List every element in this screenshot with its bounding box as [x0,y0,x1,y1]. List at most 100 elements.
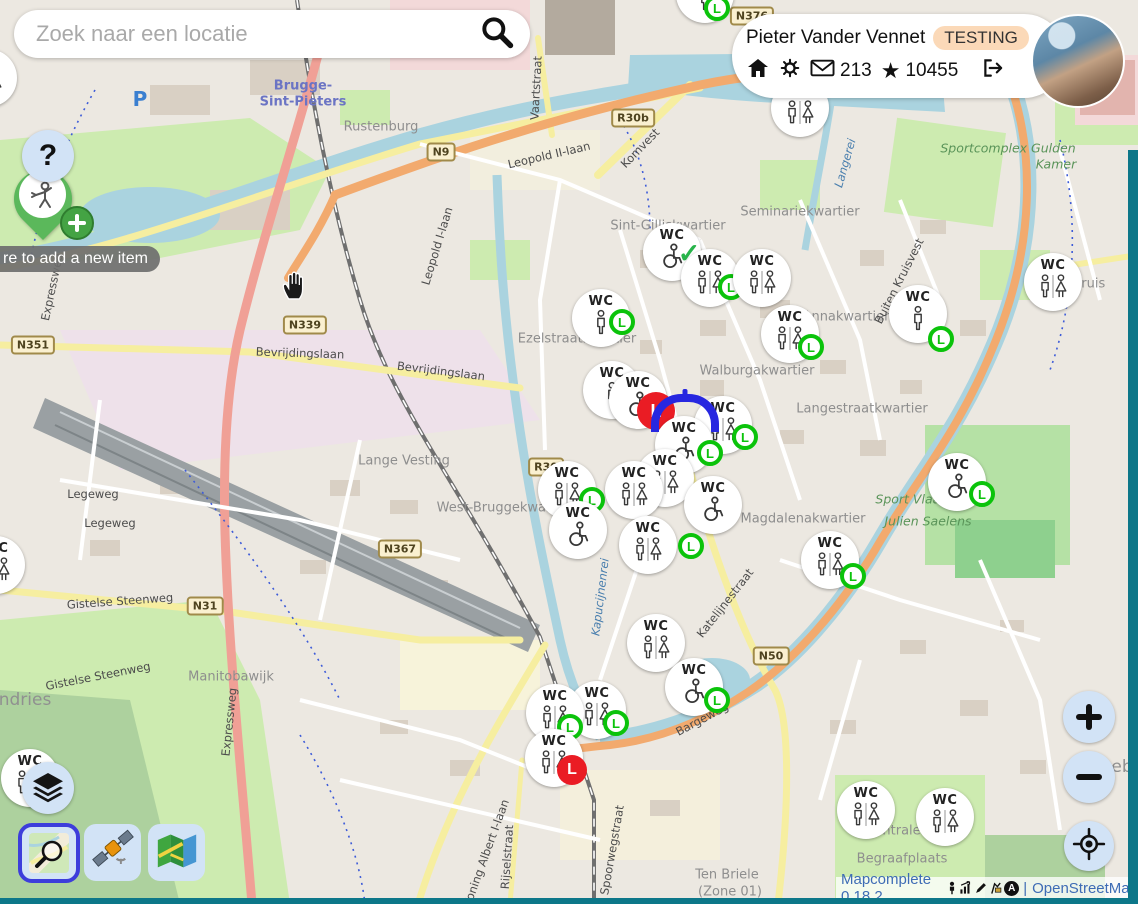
add-new-item-button[interactable] [60,206,94,240]
toilet-marker[interactable]: WC [837,781,895,839]
changeset-count: 10455 [905,60,958,82]
toilet-marker-label: WC [0,542,8,555]
layers-button[interactable] [22,762,74,814]
help-button[interactable]: ? [22,130,74,182]
map-label: Seminariekwartier [740,205,859,220]
open-hours-badge: L [732,424,758,450]
background-map-button[interactable] [148,824,205,881]
toilet-marker-label: WC [698,255,723,268]
home-icon[interactable] [746,57,770,85]
map-flag-icon [989,881,1003,895]
male-female-icon [785,98,815,131]
minus-icon [1076,764,1102,790]
map-label: Spoorwegstraat [597,804,627,896]
message-count: 213 [840,60,872,82]
toilet-marker[interactable]: WC [1024,253,1082,311]
openstreetmap-link[interactable]: OpenStreetMap [1032,880,1138,897]
toilet-marker[interactable]: WC [549,501,607,559]
crosshair-icon [1072,827,1106,866]
user-panel: Pieter Vander Vennet TESTING [732,14,1066,98]
toilet-marker[interactable]: WC [619,516,677,574]
map-label: Legeweg [84,516,135,530]
toilet-marker[interactable]: WCL [681,249,739,307]
toilet-marker[interactable]: WC [916,788,974,846]
toilet-marker[interactable]: WCL [928,453,986,511]
map-label: Katelijnestraat [694,566,757,641]
background-osm-button[interactable] [18,823,80,883]
copyright-icon: A [1004,881,1019,896]
map-label: ndries [0,690,51,710]
open-hours-badge: L [609,309,635,335]
map-label: Begraafplaats [857,852,948,867]
map-label: Walburgakwartier [700,364,815,379]
male-female-icon [930,807,960,840]
toilet-marker-label: WC [818,537,843,550]
male-female-icon [851,800,881,833]
zoom-out-button[interactable] [1063,751,1115,803]
search-input[interactable] [34,20,478,48]
map-label: Rijselstraat [498,824,516,889]
map-label: Manitobawijk [188,670,274,685]
toilet-marker-label: WC [543,690,568,703]
road-shield: N367 [378,540,422,559]
toilet-marker-label: WC [555,467,580,480]
map-label: Expressweg [218,687,239,757]
star-icon: ★ [881,60,901,82]
toilet-marker-label: WC [778,311,803,324]
male-female-icon [641,633,671,666]
open-hours-badge: L [704,687,730,713]
toilet-marker[interactable]: WC [733,249,791,307]
map-label: Brugge- [274,79,332,94]
wheelchair-icon [699,495,727,527]
toilet-marker-label: WC [854,787,879,800]
toilet-marker-label: WC [622,467,647,480]
road-shield: R30b [611,109,655,128]
toilet-marker-label: WC [589,295,614,308]
user-avatar[interactable] [1031,14,1125,108]
toilet-marker[interactable]: WC [605,461,663,519]
toilet-marker[interactable]: WC [0,49,17,107]
statistics-icon [959,881,973,895]
map-label: Sint-Pieters [260,95,347,110]
open-hours-badge: L [969,481,995,507]
open-hours-badge: L [697,440,723,466]
toilet-marker[interactable]: WCL [889,285,947,343]
testing-badge: TESTING [933,26,1029,50]
add-item-tooltip: re to add a new item [0,246,160,272]
male-female-icon [747,268,777,301]
toilet-marker[interactable]: WCL [525,729,583,787]
toilet-marker-label: WC [542,735,567,748]
settings-gear-icon[interactable] [779,57,801,85]
toilet-marker[interactable]: WCL [572,289,630,347]
toilet-marker[interactable]: WC [0,536,25,594]
zoom-in-button[interactable] [1063,691,1115,743]
toilet-marker[interactable]: WCL [761,305,819,363]
person-icon [908,304,928,336]
map-label: Rustenburg [344,120,419,135]
toilet-marker[interactable]: WC [684,476,742,534]
road-shield: N351 [11,336,55,355]
toilet-marker-label: WC [626,377,651,390]
toilet-marker[interactable]: WCL [801,531,859,589]
person-icon [591,308,611,340]
male-female-icon [619,480,649,513]
attribution-icons: A [946,881,1019,896]
toilet-marker-label: WC [566,507,591,520]
toilet-marker-label: WC [701,482,726,495]
messages-icon[interactable] [810,58,835,84]
toilet-marker-label: WC [682,664,707,677]
open-hours-badge: L [928,326,954,352]
toilet-marker-label: WC [750,255,775,268]
background-aerial-button[interactable] [84,824,141,881]
logout-icon[interactable] [981,57,1005,85]
geolocate-button[interactable] [1064,821,1114,871]
wheelchair-icon [943,472,971,504]
map-label: Komvest [618,125,663,170]
attribution-separator: | [1023,880,1027,897]
toilet-marker[interactable]: WCL [676,0,734,23]
toilet-marker-label: WC [644,620,669,633]
search-icon[interactable] [478,13,516,56]
toilet-marker[interactable]: WCL [665,658,723,716]
window-edge-bottom [0,898,1138,904]
toilet-marker-label: WC [653,455,678,468]
